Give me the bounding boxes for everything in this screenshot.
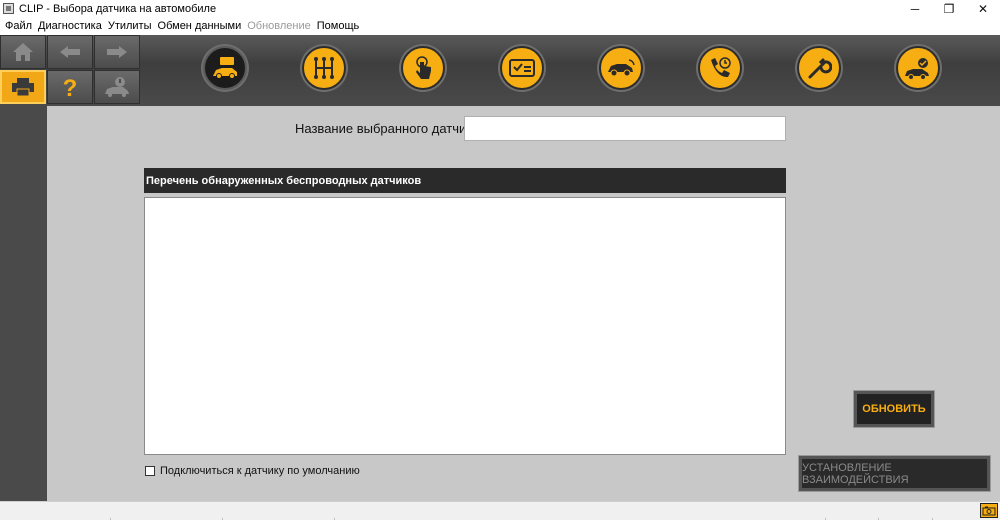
- home-icon: [13, 43, 33, 61]
- camera-glyph-icon: [982, 506, 996, 515]
- forward-arrow-icon: [107, 46, 127, 58]
- gearbox-icon: [314, 57, 334, 79]
- nav-tools[interactable]: [797, 46, 841, 90]
- sensor-name-field[interactable]: [464, 116, 786, 141]
- wrench-icon: [808, 58, 832, 79]
- menu-file[interactable]: Файл: [2, 20, 35, 32]
- camera-icon[interactable]: [980, 503, 998, 518]
- sensor-name-label: Название выбранного датчика: [295, 121, 480, 136]
- toolbar-button-grid: ?: [0, 35, 141, 106]
- menu-help[interactable]: Помощь: [314, 20, 363, 32]
- establish-connection-button[interactable]: УСТАНОВЛЕНИЕ ВЗАИМОДЕЙСТВИЯ: [799, 456, 990, 491]
- nav-gearbox[interactable]: [302, 46, 346, 90]
- nav-car-check[interactable]: [896, 46, 940, 90]
- close-button[interactable]: ✕: [966, 0, 1000, 17]
- forward-button[interactable]: [94, 35, 140, 69]
- back-button[interactable]: [47, 35, 93, 69]
- sensor-list-header: Перечень обнаруженных беспроводных датчи…: [144, 168, 786, 193]
- id-card-icon: [509, 59, 535, 77]
- main-panel: Название выбранного датчика Перечень обн…: [47, 106, 1000, 501]
- module-navigation: [195, 46, 955, 96]
- default-sensor-checkbox[interactable]: [145, 466, 155, 476]
- menu-data-exchange[interactable]: Обмен данными: [155, 20, 245, 32]
- nav-id-card[interactable]: [500, 46, 544, 90]
- help-button[interactable]: ?: [47, 70, 93, 104]
- default-sensor-option[interactable]: Подключиться к датчику по умолчанию: [145, 465, 360, 477]
- menu-bar: Файл Диагностика Утилиты Обмен данными О…: [0, 17, 1000, 35]
- refresh-button[interactable]: ОБНОВИТЬ: [854, 391, 934, 427]
- restore-button[interactable]: ❐: [932, 0, 966, 17]
- menu-update: Обновление: [247, 20, 311, 32]
- svg-text:?: ?: [63, 75, 78, 99]
- toolbar: ?: [0, 35, 1000, 106]
- nav-touch[interactable]: [401, 46, 445, 90]
- car-check-icon: [905, 58, 929, 80]
- home-button[interactable]: [0, 35, 46, 69]
- car-warning-button[interactable]: [94, 70, 140, 104]
- nav-car-scan[interactable]: [599, 46, 643, 90]
- app-icon: [3, 3, 14, 14]
- minimize-button[interactable]: ─: [898, 0, 932, 17]
- menu-diagnostics[interactable]: Диагностика: [35, 20, 105, 32]
- phone-clock-icon: [711, 57, 731, 78]
- default-sensor-checkbox-label: Подключиться к датчику по умолчанию: [160, 465, 360, 477]
- car-warning-icon: [105, 77, 129, 97]
- window-controls: ─ ❐ ✕: [898, 0, 1000, 17]
- print-icon: [12, 78, 34, 97]
- car-scan-icon: [608, 59, 635, 77]
- window-title: CLIP - Выбора датчика на автомобиле: [19, 2, 217, 15]
- print-button[interactable]: [0, 70, 46, 104]
- back-arrow-icon: [60, 46, 80, 58]
- sensor-car-icon: [213, 57, 237, 79]
- status-bar: [0, 501, 1000, 520]
- nav-sensor-select[interactable]: [203, 46, 247, 90]
- help-question-icon: ?: [63, 75, 78, 99]
- touch-hand-icon: [416, 56, 431, 79]
- title-bar: CLIP - Выбора датчика на автомобиле ─ ❐ …: [0, 0, 1000, 17]
- menu-utilities[interactable]: Утилиты: [105, 20, 155, 32]
- nav-phone[interactable]: [698, 46, 742, 90]
- sensor-list[interactable]: [144, 197, 786, 455]
- left-sidebar: [0, 106, 47, 501]
